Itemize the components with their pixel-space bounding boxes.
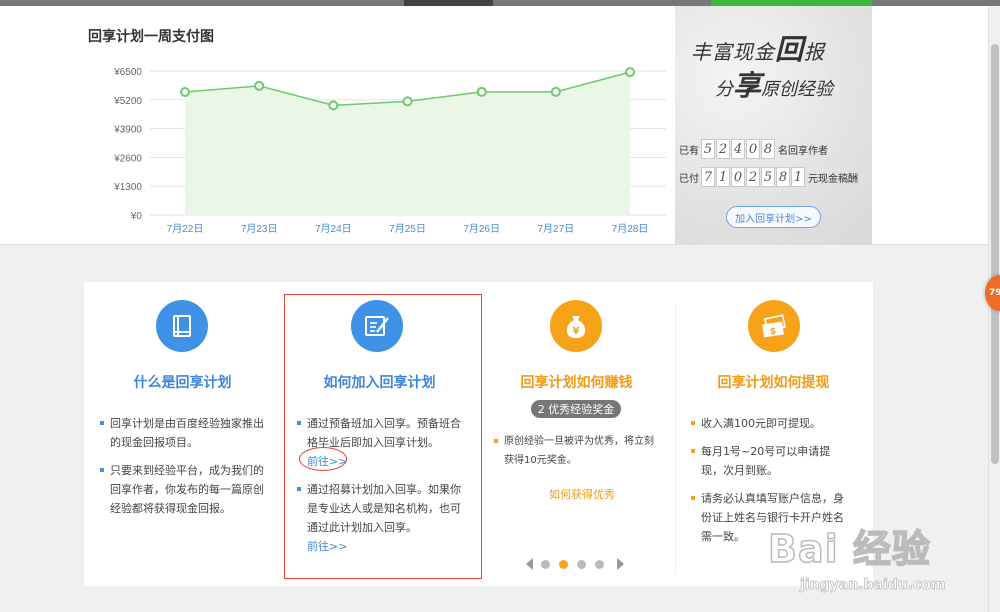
list-item: 原创经验一旦被评为优秀，将立刻获得10元奖金。	[494, 432, 662, 470]
author-counter: 已有 52408 名回享作者	[679, 139, 828, 159]
y-tick-label: ¥6500	[113, 67, 142, 78]
money-bag-icon: ¥	[550, 300, 602, 352]
card-list: 回享计划是由百度经验独家推出的现金回报项目。 只要来到经验平台，成为我们的回享作…	[100, 414, 268, 527]
carousel-pager	[526, 558, 624, 570]
y-tick-label: ¥1300	[113, 182, 142, 193]
carousel-dot-3[interactable]	[577, 559, 586, 569]
x-tick-label: 7月26日	[463, 223, 500, 235]
highlight-frame	[284, 294, 482, 579]
author-counter-digit: 0	[746, 139, 760, 159]
baidu-watermark-logo: Bai 经验	[767, 526, 931, 572]
paid-counter-digit: 0	[731, 167, 745, 187]
author-counter-digit: 8	[761, 139, 775, 159]
y-tick-label: ¥3900	[113, 125, 142, 136]
highlight-circle	[299, 447, 347, 471]
x-tick-label: 7月27日	[537, 223, 574, 235]
data-point	[550, 86, 561, 97]
paid-counter-prefix: 已付	[679, 173, 699, 185]
slogan1-part-b: 回	[775, 33, 805, 66]
slogan2-part-b: 享	[733, 69, 762, 102]
data-point	[625, 67, 635, 78]
author-counter-digits: 52408	[701, 139, 776, 159]
paid-counter-digit: 8	[776, 167, 790, 187]
card-title: 回享计划如何提现	[717, 375, 830, 391]
promo-panel: 丰富现金回报 分享原创经验 已有 52408 名回享作者 已付 7102581 …	[675, 6, 872, 245]
svg-text:¥: ¥	[573, 326, 580, 337]
x-tick-label: 7月25日	[389, 223, 426, 235]
paid-counter-suffix: 元现金稿酬	[808, 173, 858, 185]
carousel-dot-4[interactable]	[595, 559, 604, 569]
paid-counter-digit: 7	[701, 167, 715, 187]
author-counter-suffix: 名回享作者	[778, 145, 828, 157]
area-fill	[185, 72, 630, 215]
paid-counter-digit: 1	[791, 167, 805, 187]
paid-counter-digits: 7102581	[701, 167, 806, 187]
data-point	[476, 86, 487, 97]
x-tick-label: 7月23日	[241, 223, 278, 235]
paid-counter-digit: 1	[716, 167, 730, 187]
list-item: 每月1号~20号可以申请提现，次月到账。	[691, 442, 849, 480]
promo-slogan-line1: 丰富现金回报	[691, 28, 825, 68]
slogan1-part-c: 报	[804, 40, 826, 64]
carousel-prev-icon[interactable]	[526, 558, 533, 570]
scrollbar-thumb[interactable]	[991, 44, 999, 464]
carousel-next-icon[interactable]	[617, 558, 624, 570]
list-item: 只要来到经验平台，成为我们的回享作者，你发布的每一篇原创经验都将获得现金回报。	[100, 461, 268, 518]
carousel-dot-1[interactable]	[541, 559, 550, 569]
list-item: 收入满100元即可提现。	[691, 414, 849, 433]
bonus-badge: 2 优秀经验奖金	[531, 400, 621, 418]
data-point	[402, 96, 413, 107]
promo-slogan-line2: 分享原创经验	[715, 64, 833, 104]
paid-counter-digit: 5	[761, 167, 775, 187]
how-excellent-link[interactable]: 如何获得优秀	[492, 486, 672, 502]
data-point	[254, 80, 265, 91]
payment-chart-section: 回享计划一周支付图 ¥0 ¥1300 ¥2600 ¥3900 ¥5200 ¥6500 7月2…	[0, 6, 988, 245]
card-divider	[675, 304, 676, 574]
baidu-watermark-url: jingyan.baidu.com	[800, 577, 946, 594]
y-tick-label: ¥5200	[113, 96, 142, 107]
data-point	[328, 100, 339, 111]
paid-counter: 已付 7102581 元现金稿酬	[679, 167, 858, 187]
join-plan-button[interactable]: 加入回享计划>>	[726, 206, 821, 228]
card-what-is: 什么是回享计划 回享计划是由百度经验独家推出的现金回报项目。 只要来到经验平台，…	[84, 282, 281, 586]
svg-text:$: $	[770, 327, 776, 337]
x-tick-label: 7月22日	[167, 223, 204, 235]
slogan2-part-a: 分	[715, 79, 733, 100]
author-counter-digit: 4	[731, 139, 745, 159]
slogan1-part-a: 丰富现金	[691, 40, 775, 64]
paid-counter-digit: 2	[746, 167, 760, 187]
weekly-payment-chart: ¥0 ¥1300 ¥2600 ¥3900 ¥5200 ¥6500 7月22日 7月23日 7月2…	[113, 67, 666, 235]
author-counter-digit: 5	[701, 139, 715, 159]
card-title: 回享计划如何赚钱	[520, 375, 633, 391]
author-counter-prefix: 已有	[679, 145, 699, 157]
card-how-earn: ¥ 回享计划如何赚钱 原创经验一旦被评为优秀，将立刻获得10元奖金。	[478, 282, 675, 586]
carousel-dot-2[interactable]	[559, 559, 568, 569]
slogan2-part-c: 原创经验	[761, 79, 834, 100]
book-icon	[156, 300, 208, 352]
cash-icon: $	[748, 300, 800, 352]
x-tick-label: 7月28日	[612, 223, 649, 235]
card-list: 原创经验一旦被评为优秀，将立刻获得10元奖金。	[494, 432, 662, 479]
y-tick-label: ¥0	[130, 211, 143, 222]
data-point	[180, 87, 190, 98]
author-counter-digit: 2	[716, 139, 730, 159]
x-tick-label: 7月24日	[315, 223, 352, 235]
list-item: 回享计划是由百度经验独家推出的现金回报项目。	[100, 414, 268, 452]
y-tick-label: ¥2600	[113, 153, 142, 164]
card-title: 什么是回享计划	[133, 375, 232, 391]
